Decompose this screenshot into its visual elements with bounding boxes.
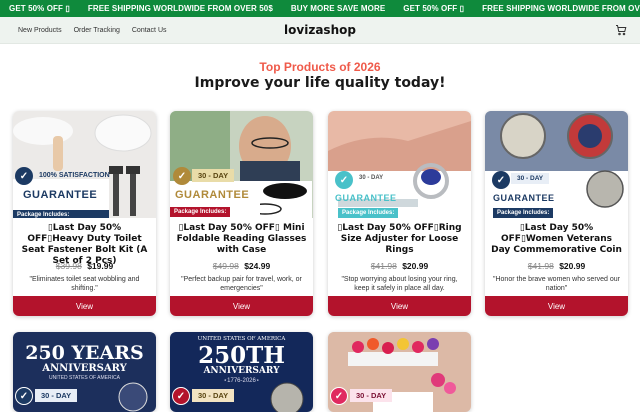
days-badge: 30 - DAY [350, 389, 393, 402]
section-subtitle: Top Products of 2026 [259, 60, 381, 74]
product-image: 250 YEARS ANNIVERSARY UNITED STATES OF A… [13, 332, 156, 412]
sale-price: $20.99 [559, 261, 586, 271]
product-title[interactable]: ▯Last Day 50% OFF▯Ring Size Adjuster for… [328, 218, 471, 258]
check-icon: ✓ [335, 171, 353, 189]
cart-icon[interactable] [615, 24, 627, 36]
old-price: $41.98 [370, 261, 397, 271]
view-button[interactable]: View [485, 296, 628, 316]
package-label: Package Includes: [170, 207, 231, 217]
check-icon: ✓ [15, 387, 33, 405]
product-card[interactable]: ✓ 30 - DAY GUARANTEE Package Includes: ▯… [485, 111, 628, 316]
sale-price: $20.99 [402, 261, 429, 271]
check-icon: ✓ [330, 387, 348, 405]
product-image: UNITED STATES OF AMERICA 250TH ANNIVERSA… [170, 332, 313, 412]
section-title: Improve your life quality today! [194, 75, 446, 91]
product-card[interactable]: ✓ 100% SATISFACTION GUARANTEE Package In… [13, 111, 156, 316]
product-card[interactable]: ✓ 30 - DAY [328, 332, 471, 412]
ticker-item: BUY MORE SAVE MORE [290, 4, 386, 13]
product-card[interactable]: 250 YEARS ANNIVERSARY UNITED STATES OF A… [13, 332, 156, 412]
product-title[interactable]: ▯Last Day 50% OFF▯ Mini Foldable Reading… [170, 218, 313, 258]
old-price: $41.98 [527, 261, 554, 271]
nav-link-order-tracking[interactable]: Order Tracking [74, 27, 120, 34]
coin-icon [118, 382, 148, 412]
view-button[interactable]: View [13, 296, 156, 316]
reading-glasses-photo [170, 111, 313, 218]
promo-sub: ANNIVERSARY [42, 363, 127, 374]
promo-sub2: UNITED STATES OF AMERICA [49, 375, 120, 381]
days-badge: 30 - DAY [192, 169, 235, 182]
ticker-item: FREE SHIPPING WORLDWIDE FROM OVER 50$ [87, 4, 273, 13]
promo-headline: 250 YEARS [25, 342, 144, 364]
days-badge: 30 - DAY [511, 173, 550, 184]
check-icon: ✓ [492, 171, 510, 189]
coin-icon [270, 382, 304, 412]
product-quote: "Honor the brave women who served our na… [493, 276, 620, 292]
toilet-bolt-photo [13, 111, 156, 218]
product-price: $39.98 $19.99 [13, 261, 156, 271]
promo-headline: 250TH [198, 342, 285, 369]
sale-price: $24.99 [244, 261, 271, 271]
product-price: $49.98 $24.99 [170, 261, 313, 271]
package-label: Package Includes: [338, 208, 399, 218]
product-quote: "Perfect backup pair for travel, work, o… [181, 276, 302, 292]
sale-price: $19.99 [87, 261, 114, 271]
check-icon: ✓ [173, 167, 191, 185]
ticker-item: FREE SHIPPING WORLDWIDE FROM OVER 50$ [482, 4, 640, 13]
guarantee-label: GUARANTEE [493, 193, 555, 203]
satisfaction-badge: 100% SATISFACTION [39, 172, 110, 179]
product-image: ✓ 30 - DAY [328, 332, 471, 412]
guarantee-label: GUARANTEE [23, 189, 98, 201]
product-card[interactable]: ✓ 30 - DAY GUARANTEE Package Includes: ▯… [170, 111, 313, 316]
product-quote: "Stop worrying about losing your ring, k… [341, 276, 458, 292]
product-title[interactable]: ▯Last Day 50% OFF▯Women Veterans Day Com… [485, 218, 628, 258]
old-price: $39.98 [55, 261, 82, 271]
package-label: Package Includes: [13, 210, 109, 218]
check-icon: ✓ [15, 167, 33, 185]
product-card[interactable]: UNITED STATES OF AMERICA 250TH ANNIVERSA… [170, 332, 313, 412]
guarantee-label: GUARANTEE [175, 189, 250, 201]
nav-links: New Products Order Tracking Contact Us [0, 27, 167, 34]
product-card[interactable]: ✓ 30 - DAY GUARANTEE Package Includes: ▯… [328, 111, 471, 316]
product-image: ✓ 30 - DAY GUARANTEE Package Includes: [485, 111, 628, 218]
nav-link-contact-us[interactable]: Contact Us [132, 27, 167, 34]
promo-ticker: GET 50% OFF ▯ FREE SHIPPING WORLDWIDE FR… [0, 0, 640, 17]
section-heading: Top Products of 2026 Improve your life q… [0, 60, 640, 91]
ticker-item: GET 50% OFF ▯ [9, 4, 70, 13]
promo-sub: ANNIVERSARY [203, 366, 280, 376]
days-badge: 30 - DAY [192, 389, 235, 402]
ticker-item: GET 50% OFF ▯ [403, 4, 465, 13]
product-price: $41.98 $20.99 [485, 261, 628, 271]
product-image: ✓ 30 - DAY GUARANTEE Package Includes: [170, 111, 313, 218]
days-badge: 30 - DAY [353, 173, 390, 183]
view-button[interactable]: View [170, 296, 313, 316]
product-image: ✓ 100% SATISFACTION GUARANTEE Package In… [13, 111, 156, 218]
product-title[interactable]: ▯Last Day 50% OFF▯Heavy Duty Toilet Seat… [13, 218, 156, 266]
product-price: $41.98 $20.99 [328, 261, 471, 271]
top-nav: New Products Order Tracking Contact Us l… [0, 17, 640, 44]
check-icon: ✓ [172, 387, 190, 405]
product-image: ✓ 30 - DAY GUARANTEE Package Includes: [328, 111, 471, 218]
nav-link-new-products[interactable]: New Products [18, 27, 62, 34]
product-quote: "Eliminates toilet seat wobbling and shi… [29, 276, 140, 292]
package-label: Package Includes: [493, 208, 554, 218]
guarantee-label: GUARANTEE [335, 193, 397, 203]
old-price: $49.98 [212, 261, 239, 271]
view-button[interactable]: View [328, 296, 471, 316]
days-badge: 30 - DAY [35, 389, 78, 402]
